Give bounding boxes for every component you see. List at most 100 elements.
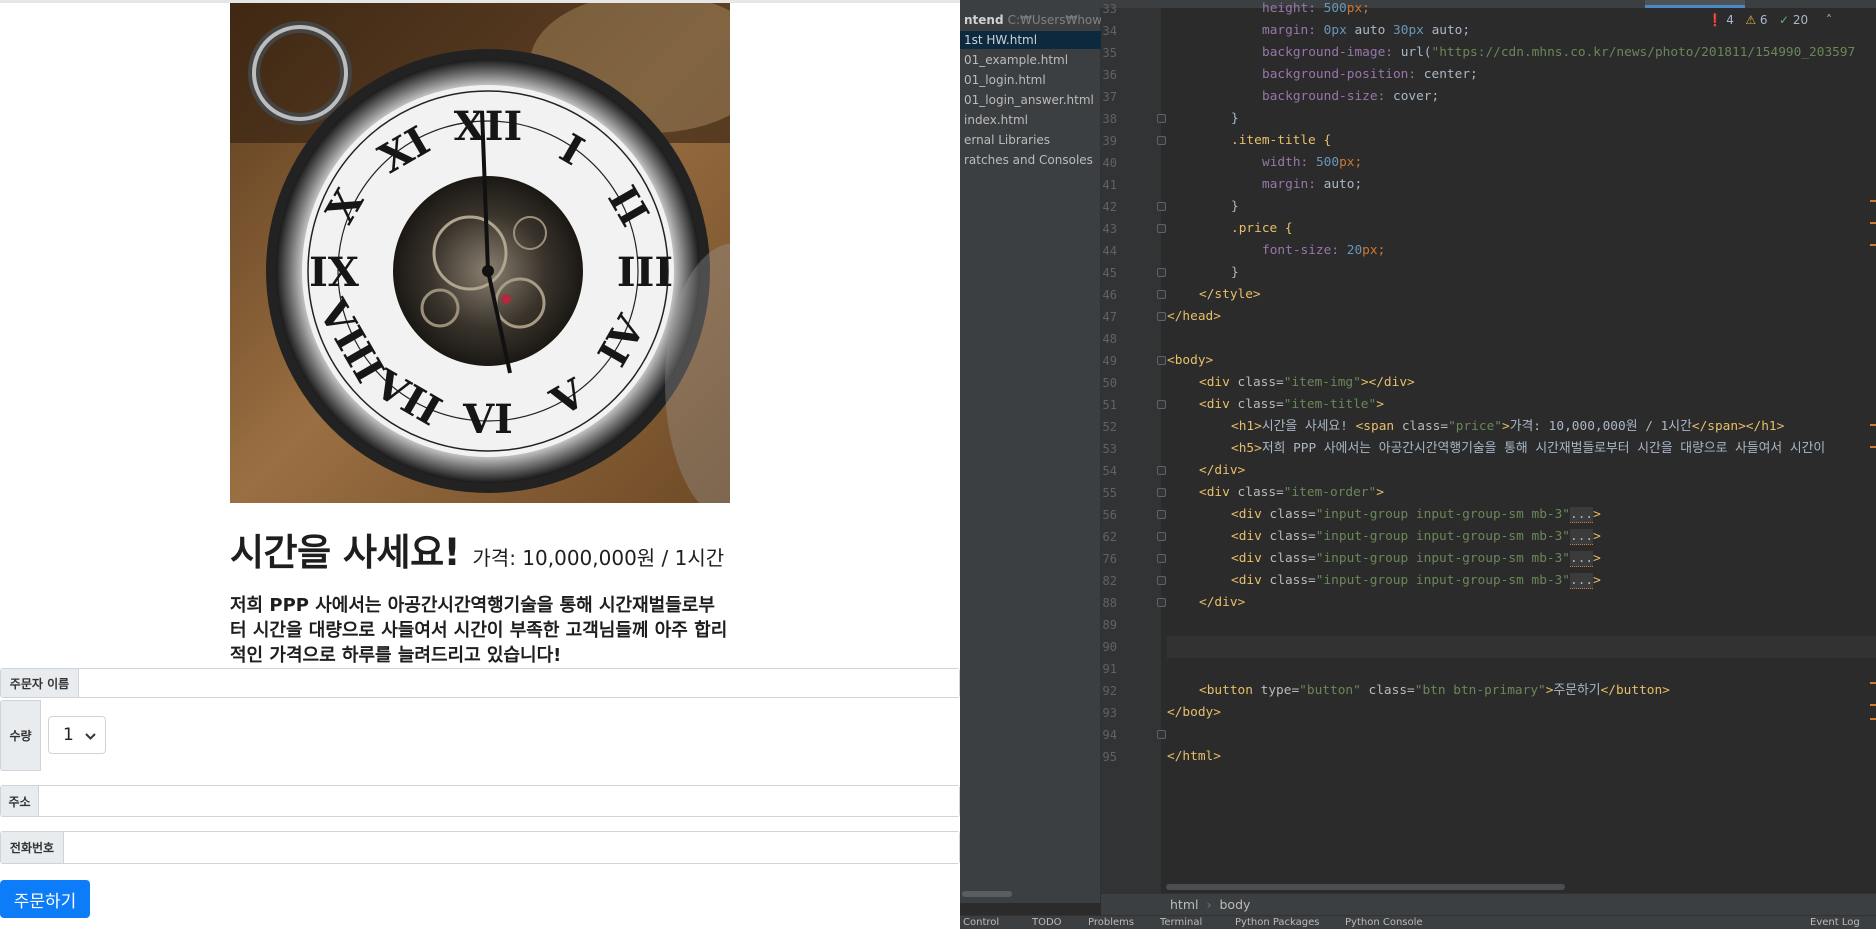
tool-terminal[interactable]: Terminal	[1160, 917, 1202, 928]
code-line-46: </style>	[1199, 287, 1261, 302]
chevron-right-icon: ›	[1206, 897, 1212, 912]
tool-problems[interactable]: Problems	[1088, 917, 1134, 928]
fold-marker-icon[interactable]	[1157, 598, 1166, 607]
line-number: 94	[1102, 728, 1117, 742]
fold-marker-icon[interactable]	[1157, 400, 1166, 409]
project-root-name: ntend	[964, 13, 1004, 27]
fold-marker-icon[interactable]	[1157, 114, 1166, 123]
code-line-43: .price {	[1231, 221, 1293, 236]
line-number: 92	[1102, 684, 1117, 698]
code-line-52: <h1>시간을 사세요! <span class="price">가격: 10,…	[1231, 419, 1785, 434]
code-line-36: background-position: center;	[1262, 67, 1478, 82]
svg-text:III: III	[617, 249, 673, 296]
code-line-82: <div class="input-group input-group-sm m…	[1231, 573, 1601, 589]
fold-marker-icon[interactable]	[1157, 532, 1166, 541]
code-line-55: <div class="item-order">	[1199, 485, 1384, 500]
fold-marker-icon[interactable]	[1157, 136, 1166, 145]
code-line-53: <h5>저희 PPP 사에서는 아공간시간역행기술을 통해 시간재벌들로부터 시…	[1231, 441, 1826, 456]
code-line-38: }	[1231, 111, 1239, 126]
fold-marker-icon[interactable]	[1157, 290, 1166, 299]
tool-event-log[interactable]: Event Log	[1810, 917, 1860, 928]
line-number: 52	[1102, 420, 1117, 434]
line-number: 35	[1102, 46, 1117, 60]
code-line-76: <div class="input-group input-group-sm m…	[1231, 551, 1601, 567]
address-input[interactable]	[39, 786, 959, 816]
line-number: 48	[1102, 332, 1117, 346]
code-editor[interactable]: height: 500px; margin: 0px auto 30px aut…	[1167, 0, 1876, 890]
tool-python-console[interactable]: Python Console	[1345, 917, 1423, 928]
line-number: 41	[1102, 178, 1117, 192]
line-number: 38	[1102, 112, 1117, 126]
line-number: 50	[1102, 376, 1117, 390]
line-number: 46	[1102, 288, 1117, 302]
fold-marker-icon[interactable]	[1157, 510, 1166, 519]
line-number: 54	[1102, 464, 1117, 478]
svg-text:XII: XII	[454, 103, 522, 150]
chevron-down-icon	[85, 733, 96, 740]
error-stripe[interactable]	[1870, 0, 1876, 890]
quantity-label: 수량	[0, 700, 41, 771]
phone-input[interactable]	[64, 832, 959, 863]
code-line-88: </div>	[1199, 595, 1246, 610]
line-number: 95	[1102, 750, 1117, 764]
project-scrollbar[interactable]	[962, 891, 1012, 897]
line-number: 91	[1102, 662, 1117, 676]
code-line-47: </head>	[1167, 309, 1221, 324]
code-line-62: <div class="input-group input-group-sm m…	[1231, 529, 1601, 545]
fold-marker-icon[interactable]	[1157, 730, 1166, 739]
line-number: 34	[1102, 24, 1117, 38]
svg-text:IX: IX	[309, 249, 359, 296]
code-line-95: </html>	[1167, 749, 1221, 764]
fold-marker-icon[interactable]	[1157, 312, 1166, 321]
fold-marker-icon[interactable]	[1157, 554, 1166, 563]
fold-marker-icon[interactable]	[1157, 224, 1166, 233]
breadcrumb-item-body[interactable]: body	[1219, 897, 1250, 912]
line-number: 53	[1102, 442, 1117, 456]
price-text: 가격: 10,000,000원 / 1시간	[472, 546, 725, 570]
code-line-35: background-image: url("https://cdn.mhns.…	[1262, 45, 1856, 60]
fold-marker-icon[interactable]	[1157, 356, 1166, 365]
editor-horizontal-scrollbar[interactable]	[1166, 884, 1565, 890]
code-line-51: <div class="item-title">	[1199, 397, 1384, 412]
breadcrumb-item-html[interactable]: html	[1170, 897, 1198, 912]
code-line-44: font-size: 20px;	[1262, 243, 1386, 258]
code-line-39: .item-title {	[1231, 133, 1332, 148]
quantity-select[interactable]: 1	[48, 716, 106, 754]
line-number: 82	[1102, 574, 1117, 588]
line-number: 62	[1102, 530, 1117, 544]
fold-marker-icon[interactable]	[1157, 576, 1166, 585]
name-label: 주문자 이름	[1, 669, 79, 697]
name-input[interactable]	[79, 669, 959, 697]
title-text: 시간을 사세요!	[230, 531, 461, 574]
line-number: 55	[1102, 486, 1117, 500]
fold-marker-icon[interactable]	[1157, 202, 1166, 211]
code-line-90-current	[1167, 636, 1876, 658]
code-line-33: height: 500px;	[1262, 1, 1370, 16]
code-line-49: <body>	[1167, 353, 1214, 368]
address-label: 주소	[1, 786, 39, 816]
line-number: 36	[1102, 68, 1117, 82]
browser-preview: XII I II III IV V VI VII VIII IX X XI 시간…	[0, 0, 960, 929]
phone-input-group: 전화번호	[0, 831, 960, 864]
tool-python-packages[interactable]: Python Packages	[1235, 917, 1320, 928]
code-line-50: <div class="item-img"></div>	[1199, 375, 1415, 390]
svg-text:VI: VI	[462, 396, 513, 443]
line-number: 88	[1102, 596, 1117, 610]
fold-marker-icon[interactable]	[1157, 488, 1166, 497]
order-button[interactable]: 주문하기	[0, 880, 90, 918]
code-line-34: margin: 0px auto 30px auto;	[1262, 23, 1471, 38]
fold-marker-icon[interactable]	[1157, 466, 1166, 475]
fold-marker-icon[interactable]	[1157, 268, 1166, 277]
description-text: 저희 PPP 사에서는 아공간시간역행기술을 통해 시간재벌들로부터 시간을 대…	[230, 595, 728, 666]
pocket-watch-image: XII I II III IV V VI VII VIII IX X XI	[230, 3, 730, 503]
code-line-56: <div class="input-group input-group-sm m…	[1231, 507, 1601, 523]
code-line-93: </body>	[1167, 705, 1221, 720]
tool-control[interactable]: Control	[963, 917, 999, 928]
line-number: 44	[1102, 244, 1117, 258]
line-number: 45	[1102, 266, 1117, 280]
tool-todo[interactable]: TODO	[1032, 917, 1062, 928]
code-line-92: <button type="button" class="btn btn-pri…	[1199, 683, 1670, 698]
code-line-37: background-size: cover;	[1262, 89, 1440, 104]
code-line-42: }	[1231, 199, 1239, 214]
line-number: 42	[1102, 200, 1117, 214]
